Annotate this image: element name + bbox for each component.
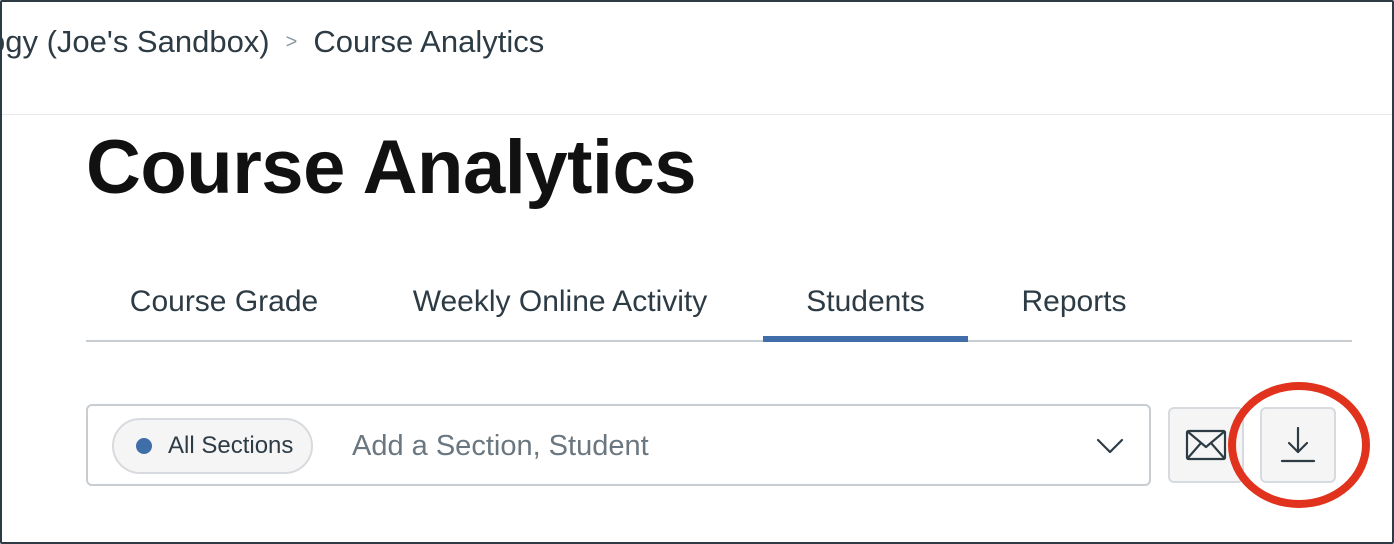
tab-list: Course Grade Weekly Online Activity Stud…	[86, 264, 1352, 342]
download-button[interactable]	[1260, 407, 1336, 483]
chip-dot-icon	[136, 438, 152, 454]
header-divider	[2, 114, 1392, 115]
tab-course-grade[interactable]: Course Grade	[86, 264, 362, 340]
chip-label: All Sections	[168, 432, 294, 459]
all-sections-chip[interactable]: All Sections	[112, 418, 314, 474]
breadcrumb-course-link[interactable]: ogy (Joe's Sandbox)	[2, 24, 270, 60]
filter-search-input[interactable]	[352, 424, 1052, 468]
tab-students[interactable]: Students	[763, 264, 968, 340]
tab-weekly-online-activity[interactable]: Weekly Online Activity	[382, 264, 738, 340]
selected-tab-indicator	[763, 336, 968, 342]
download-icon	[1280, 426, 1316, 463]
breadcrumb-separator-icon: >	[285, 30, 298, 53]
breadcrumb: ogy (Joe's Sandbox) > Course Analytics	[2, 24, 545, 60]
section-student-filter[interactable]: All Sections	[86, 404, 1151, 486]
envelope-icon	[1185, 429, 1227, 461]
tab-reports[interactable]: Reports	[986, 264, 1162, 340]
chevron-down-icon[interactable]	[1094, 430, 1126, 462]
app-frame: ogy (Joe's Sandbox) > Course Analytics C…	[0, 0, 1394, 544]
message-students-button[interactable]	[1168, 407, 1244, 483]
breadcrumb-current: Course Analytics	[313, 24, 545, 59]
page-title: Course Analytics	[86, 125, 697, 210]
